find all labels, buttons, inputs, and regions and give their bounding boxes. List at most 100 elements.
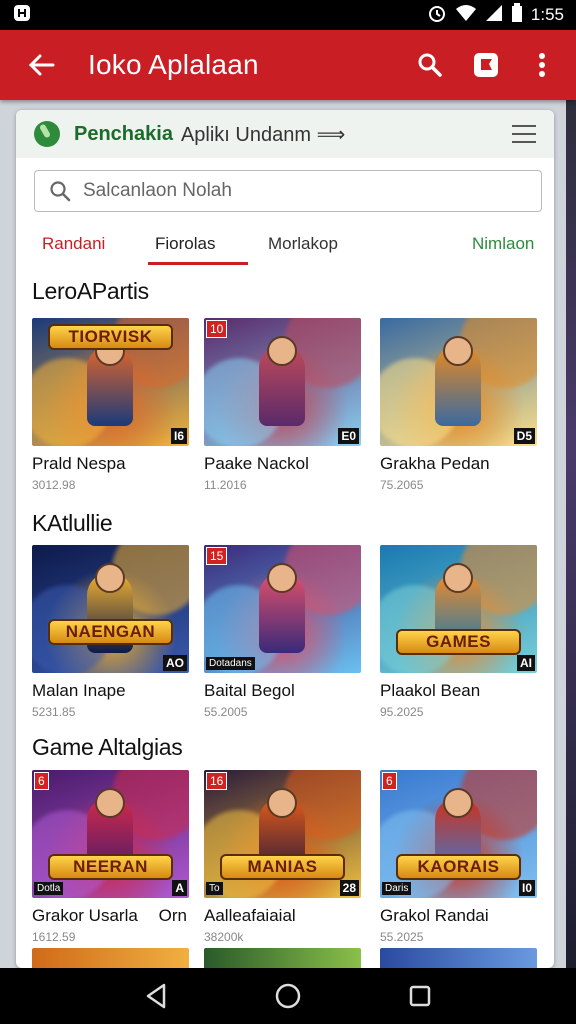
- tab-nimlaon[interactable]: Nimlaon: [472, 234, 534, 254]
- app-thumbnail[interactable]: TIORVISK I6: [32, 318, 189, 446]
- app-name-row: Paake Nackol: [204, 454, 361, 474]
- nav-back-icon[interactable]: [136, 976, 176, 1016]
- search-placeholder: Salcanlaon Nolah: [83, 180, 232, 201]
- badge-top-left: 10: [206, 320, 228, 338]
- app-name-row: Prald Nespa: [32, 454, 189, 474]
- app-meta: 55.2025: [380, 930, 424, 944]
- search-input[interactable]: Salcanlaon Nolah: [34, 170, 542, 212]
- system-nav-bar: [0, 968, 576, 1024]
- next-row-peek: [204, 948, 361, 968]
- game-logo: TIORVISK: [48, 324, 173, 350]
- app-meta: 1612.59: [32, 930, 76, 944]
- app-tile[interactable]: NAENGAN AO Malan Inape 5231.85: [32, 545, 189, 719]
- badge-bottom-right: I6: [170, 428, 187, 444]
- badge-bottom-right: I0: [518, 880, 535, 896]
- app-tile[interactable]: 10 E0 Paake Nackol 11.2016: [204, 318, 361, 492]
- app-tile[interactable]: 15 Dotadans Baital Begol 55.2005: [204, 545, 361, 719]
- hero-head: [443, 788, 473, 818]
- more-vert-icon[interactable]: [520, 43, 564, 87]
- app-tile[interactable]: KAORAIS 6 I0 Daris Grakol Randai 55.2025: [380, 770, 537, 944]
- app-thumbnail[interactable]: MANIAS 16 28 To: [204, 770, 361, 898]
- hero-head: [267, 563, 297, 593]
- app-tile[interactable]: GAMES AI Plaakol Bean 95.2025: [380, 545, 537, 719]
- game-logo: MANIAS: [220, 854, 345, 880]
- hamburger-menu-icon[interactable]: [512, 125, 536, 143]
- app-thumbnail[interactable]: D5: [380, 318, 537, 446]
- badge-bottom-right: E0: [338, 428, 359, 444]
- app-meta: 95.2025: [380, 705, 424, 719]
- badge-bottom-right: 28: [339, 880, 359, 896]
- app-thumbnail[interactable]: 15 Dotadans: [204, 545, 361, 673]
- badge-top-left: 15: [206, 547, 228, 565]
- app-name-row: Malan Inape: [32, 681, 189, 701]
- main-card: Penchakia Aplikı Undanm ⟹ Salcanlaon Nol…: [16, 110, 554, 968]
- hero-head: [267, 788, 297, 818]
- app-name: Prald Nespa: [32, 454, 126, 473]
- wifi-icon: [455, 4, 477, 27]
- tab-bar: Randani Fiorolas Morlakop Nimlaon: [16, 226, 554, 266]
- app-meta: 38200k: [204, 930, 244, 944]
- app-name-suffix: Orn: [158, 906, 187, 925]
- notification-icon: [12, 3, 32, 28]
- banner-strong: Penchakia: [74, 122, 173, 145]
- badge-bottom-right: D5: [513, 428, 535, 444]
- nav-recents-icon[interactable]: [400, 976, 440, 1016]
- section-title: LeroAPartis: [32, 278, 149, 304]
- status-bar: 1:55: [0, 0, 576, 30]
- app-name-row: Aalleafaiaial: [204, 906, 361, 926]
- app-title: Ioko Aplalaan: [88, 49, 259, 80]
- back-arrow-icon[interactable]: [24, 48, 58, 82]
- app-meta: 55.2005: [204, 705, 248, 719]
- search-icon: [50, 181, 71, 202]
- app-bar: Ioko Aplalaan: [0, 30, 576, 100]
- leaf-icon: [34, 121, 60, 147]
- app-name: Grakor Usarla: [32, 906, 138, 925]
- app-thumbnail[interactable]: NAENGAN AO: [32, 545, 189, 673]
- app-tile[interactable]: NEERAN 6 A Dotla Grakor Usarla Orn 1612.59: [32, 770, 189, 944]
- app-tile[interactable]: TIORVISK I6 Prald Nespa 3012.98: [32, 318, 189, 492]
- app-thumbnail[interactable]: KAORAIS 6 I0 Daris: [380, 770, 537, 898]
- app-tile[interactable]: D5 Grakha Pedan 75.2065: [380, 318, 537, 492]
- signal-icon: [485, 4, 503, 27]
- app-name-row: Grakol Randai: [380, 906, 537, 926]
- hero-head: [267, 336, 297, 366]
- game-logo: GAMES: [396, 629, 521, 655]
- app-thumbnail[interactable]: NEERAN 6 A Dotla: [32, 770, 189, 898]
- nav-home-icon[interactable]: [268, 976, 308, 1016]
- hero-head: [443, 563, 473, 593]
- app-meta: 11.2016: [204, 478, 247, 492]
- badge-bottom-left: To: [206, 882, 223, 895]
- tab-randani[interactable]: Randani: [42, 234, 105, 254]
- badge-bottom-left: Dotadans: [206, 657, 255, 670]
- app-thumbnail[interactable]: GAMES AI: [380, 545, 537, 673]
- app-tile[interactable]: MANIAS 16 28 To Aalleafaiaial 38200k: [204, 770, 361, 944]
- badge-bottom-right: AO: [163, 655, 187, 671]
- tab-morlakop[interactable]: Morlakop: [268, 234, 338, 254]
- app-name: Aalleafaiaial: [204, 906, 296, 925]
- app-name: Plaakol Bean: [380, 681, 481, 700]
- app-thumbnail[interactable]: 10 E0: [204, 318, 361, 446]
- search-icon[interactable]: [408, 43, 452, 87]
- tab-fiorolas[interactable]: Fiorolas: [155, 234, 215, 254]
- app-meta: 3012.98: [32, 478, 76, 492]
- app-name-row: Grakha Pedan: [380, 454, 537, 474]
- store-bag-icon[interactable]: [464, 43, 508, 87]
- hero-head: [95, 563, 125, 593]
- section-title: KAtlullie: [32, 510, 113, 536]
- alarm-icon: [427, 3, 447, 28]
- badge-bottom-left: Daris: [382, 882, 412, 895]
- badge-top-left: 16: [206, 772, 228, 790]
- promo-banner[interactable]: Penchakia Aplikı Undanm ⟹: [16, 110, 554, 158]
- app-name: Baital Begol: [204, 681, 295, 700]
- next-row-peek: [32, 948, 189, 968]
- game-logo: NAENGAN: [48, 619, 173, 645]
- app-name: Malan Inape: [32, 681, 126, 700]
- badge-bottom-left: Dotla: [34, 882, 64, 895]
- app-name-row: Plaakol Bean: [380, 681, 537, 701]
- adjacent-page-edge: [566, 100, 576, 968]
- active-tab-indicator: [148, 262, 248, 265]
- app-name-row: Baital Begol: [204, 681, 361, 701]
- app-name: Grakol Randai: [380, 906, 489, 925]
- hero-head: [443, 336, 473, 366]
- app-meta: 5231.85: [32, 705, 76, 719]
